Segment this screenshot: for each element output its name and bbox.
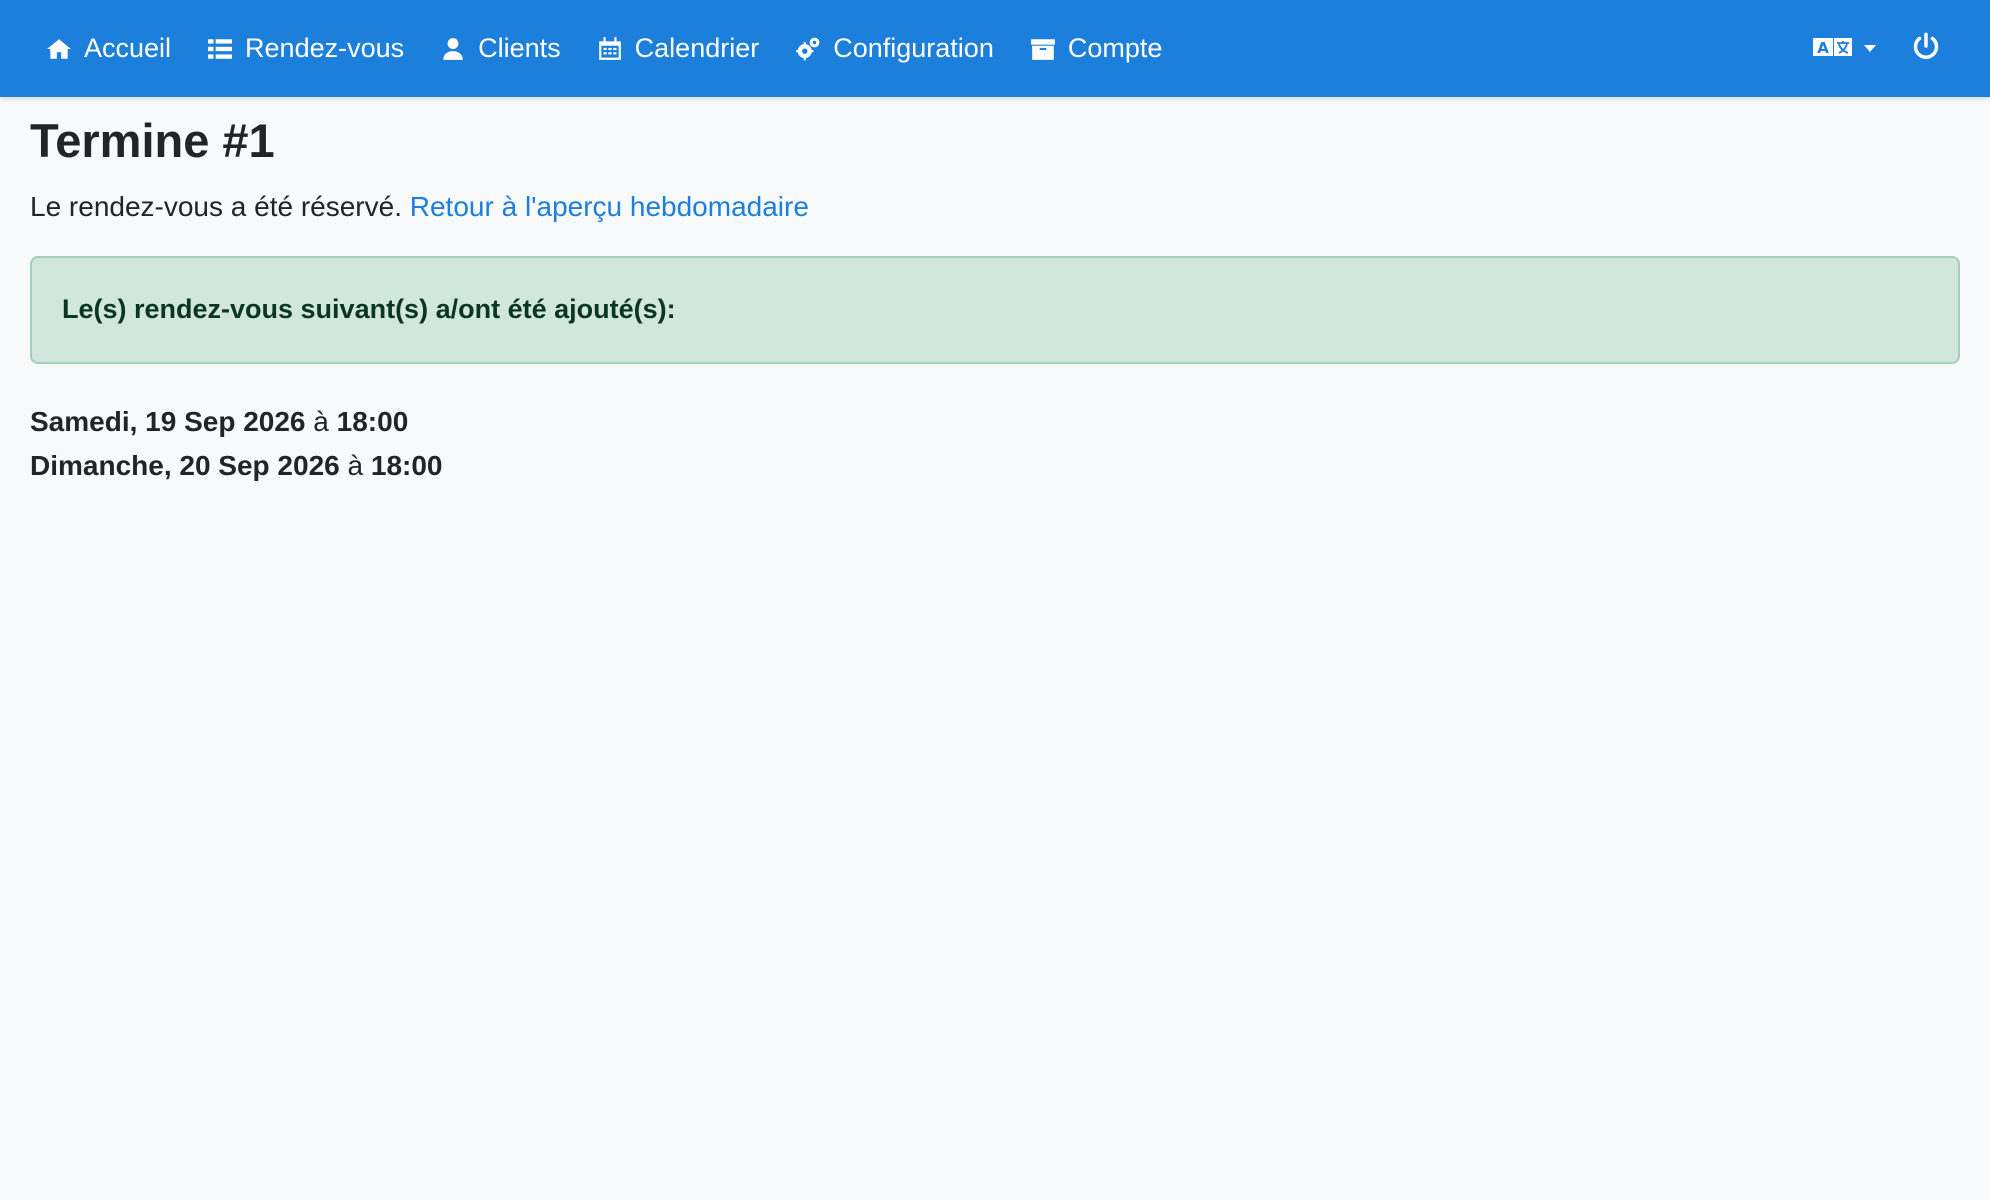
main-content: Termine #1 Le rendez-vous a été réservé.… [30,97,1960,488]
archive-icon [1028,34,1058,64]
nav-item-label: Rendez-vous [245,33,405,63]
home-icon [44,34,74,64]
svg-text:A: A [1817,39,1829,57]
nav-item-label: Accueil [84,33,172,63]
user-icon [438,34,468,64]
translate-icon: A [1812,33,1854,64]
nav-item-compte[interactable]: Compte [1028,19,1163,79]
nav-item-accueil[interactable]: Accueil [44,19,171,79]
page-title: Termine #1 [30,114,275,167]
confirmation-text: Le rendez-vous a été réservé. [30,191,402,223]
gears-icon [793,34,823,64]
nav-item-label: Compte [1067,33,1163,63]
nav-right-tools: A [1812,32,1940,65]
nav-item-label: Calendrier [634,33,760,63]
nav-menu: Accueil Rendez-vous Clients Calendrier C… [44,0,1196,97]
appointment-at: à [347,449,364,481]
confirmation-message: Le rendez-vous a été réservé. Retour à l… [30,189,1960,225]
nav-item-label: Clients [478,33,561,63]
power-icon [1912,32,1940,65]
list-item: Samedi, 19 Sep 2026 à 18:00 [30,400,1960,444]
nav-item-rendez-vous[interactable]: Rendez-vous [205,19,404,79]
appointment-date: Samedi, 19 Sep 2026 [30,405,306,437]
weekly-overview-link[interactable]: Retour à l'aperçu hebdomadaire [410,191,809,222]
appointment-time: 18:00 [336,405,409,437]
appointment-at: à [313,405,329,437]
list-icon [205,34,235,64]
nav-item-configuration[interactable]: Configuration [793,19,994,79]
appointment-time: 18:00 [370,449,443,481]
appointment-list: Samedi, 19 Sep 2026 à 18:00 Dimanche, 20… [30,400,1960,488]
appointment-date: Dimanche, 20 Sep 2026 [30,449,340,481]
chevron-down-icon [1864,45,1876,52]
nav-item-calendrier[interactable]: Calendrier [595,19,760,79]
success-alert: Le(s) rendez-vous suivant(s) a/ont été a… [30,255,1960,364]
logout-button[interactable] [1912,32,1940,65]
language-dropdown[interactable]: A [1812,33,1876,64]
calendar-icon [595,34,625,64]
nav-item-label: Configuration [833,33,994,63]
list-item: Dimanche, 20 Sep 2026 à 18:00 [30,444,1960,488]
nav-item-clients[interactable]: Clients [438,19,561,79]
alert-text: Le(s) rendez-vous suivant(s) a/ont été a… [62,294,676,325]
top-navbar: Accueil Rendez-vous Clients Calendrier C… [0,0,1990,97]
